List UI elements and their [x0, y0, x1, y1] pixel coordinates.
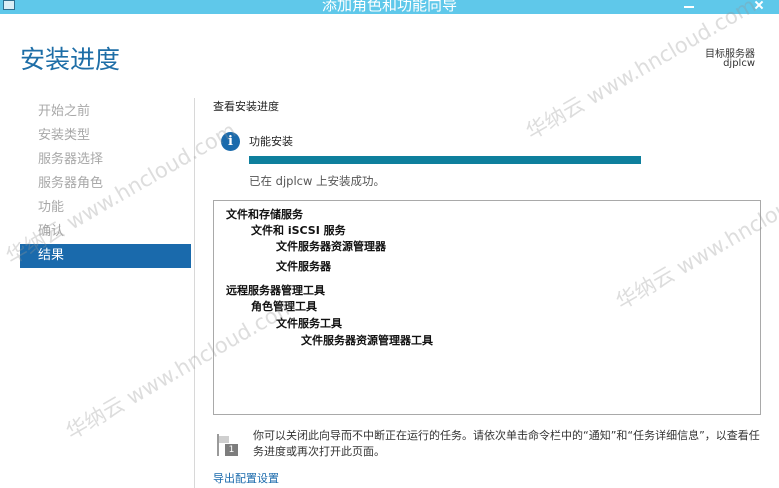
result-item: 角色管理工具 — [251, 300, 317, 313]
install-progress-bar — [249, 156, 641, 164]
install-status-text: 已在 djplcw 上安装成功。 — [249, 174, 386, 188]
close-icon[interactable] — [740, 0, 772, 14]
page-title: 安装进度 — [20, 45, 121, 74]
info-icon: i — [221, 132, 240, 151]
nav-item-before-you-begin[interactable]: 开始之前 — [20, 100, 191, 124]
export-config-link[interactable]: 导出配置设置 — [213, 470, 279, 486]
result-item: 文件和存储服务 — [226, 208, 303, 221]
notification-flag-icon: 1 — [215, 434, 239, 456]
feature-install-label: 功能安装 — [249, 135, 293, 148]
target-server-name: djplcw — [723, 58, 755, 69]
progress-fill — [249, 156, 641, 164]
wizard-nav: 开始之前 安装类型 服务器选择 服务器角色 功能 确认 结果 — [20, 100, 191, 268]
nav-item-results[interactable]: 结果 — [20, 244, 191, 268]
result-item: 文件服务器资源管理器工具 — [301, 334, 433, 347]
info-note: 你可以关闭此向导而不中断正在运行的任务。请依次单击命令栏中的“通知”和“任务详细… — [253, 429, 760, 458]
watermark-text: 华纳云 www.hncloud.com — [522, 0, 761, 145]
nav-divider — [194, 98, 195, 488]
nav-item-features[interactable]: 功能 — [20, 196, 191, 220]
notification-badge: 1 — [225, 444, 238, 456]
nav-item-installation-type[interactable]: 安装类型 — [20, 124, 191, 148]
section-title: 查看安装进度 — [213, 100, 279, 113]
minimize-icon[interactable] — [672, 0, 704, 14]
result-item: 远程服务器管理工具 — [226, 284, 325, 297]
window-title: 添加角色和功能向导 — [321, 0, 457, 14]
window-titlebar[interactable]: 添加角色和功能向导 — [0, 0, 779, 14]
result-item: 文件和 iSCSI 服务 — [251, 224, 346, 237]
nav-item-server-selection[interactable]: 服务器选择 — [20, 148, 191, 172]
result-item: 文件服务器 — [276, 260, 331, 273]
maximize-icon[interactable] — [706, 0, 738, 14]
result-item: 文件服务工具 — [276, 317, 342, 330]
results-list[interactable]: 文件和存储服务 文件和 iSCSI 服务 文件服务器资源管理器 文件服务器 远程… — [213, 200, 761, 415]
nav-item-server-roles[interactable]: 服务器角色 — [20, 172, 191, 196]
nav-item-confirmation[interactable]: 确认 — [20, 220, 191, 244]
result-item: 文件服务器资源管理器 — [276, 240, 386, 253]
